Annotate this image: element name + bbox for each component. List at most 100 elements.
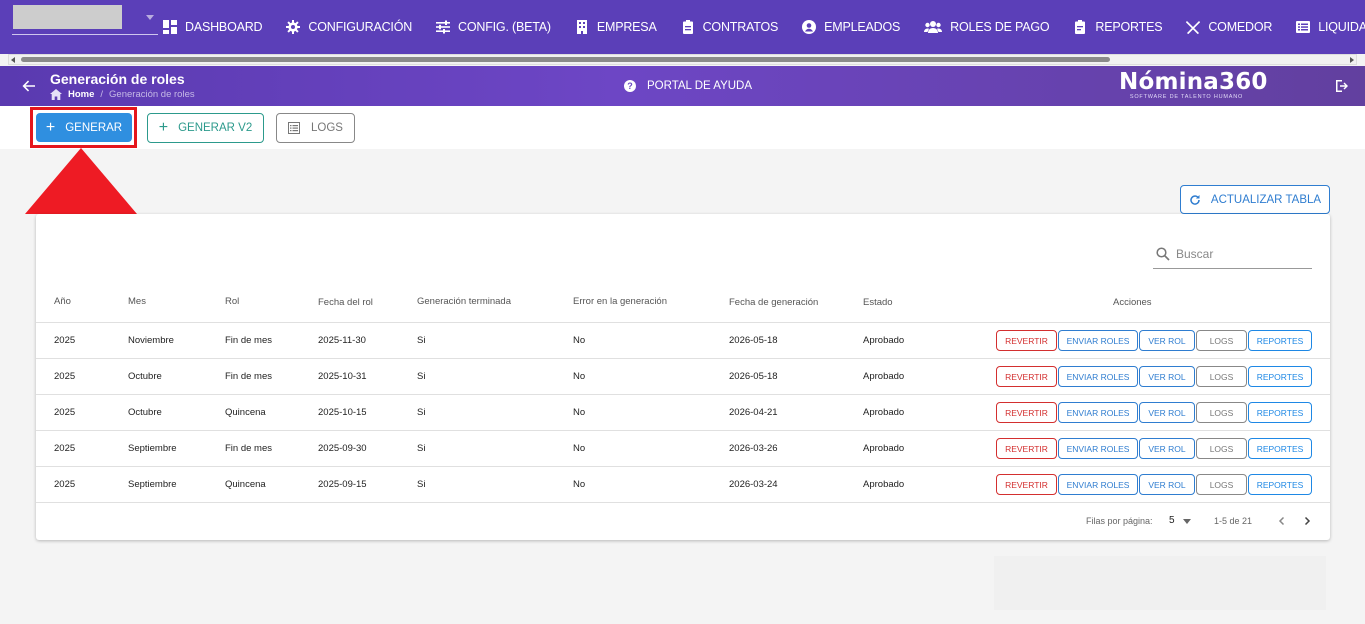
cell-fecha-generacion: 2026-03-24 [729, 479, 778, 490]
nav-item-roles-de-pago[interactable]: ROLES DE PAGO [924, 20, 1050, 34]
cell-fecha-generacion: 2026-03-26 [729, 443, 778, 454]
highlight-box [30, 107, 137, 148]
row-logs-button[interactable]: LOGS [1196, 402, 1247, 423]
page-header: Generación de roles Home / Generación de… [0, 66, 1365, 106]
search-field[interactable] [1153, 240, 1312, 269]
nav-menu: DASHBOARD CONFIGURACIÓN CONFIG. (BETA) E… [163, 0, 1365, 54]
logout-icon[interactable] [1334, 78, 1350, 94]
revertir-button[interactable]: REVERTIR [996, 330, 1057, 351]
cell-fecha-rol: 2025-10-31 [318, 371, 367, 382]
reportes-button[interactable]: REPORTES [1248, 474, 1312, 495]
cell-fecha-generacion: 2026-04-21 [729, 407, 778, 418]
pagination-range: 1-5 de 21 [1214, 516, 1253, 526]
actualizar-tabla-button[interactable]: ACTUALIZAR TABLA [1180, 185, 1330, 214]
column-header-mes[interactable]: Mes [128, 296, 146, 307]
row-logs-button[interactable]: LOGS [1196, 438, 1247, 459]
nav-item-reportes[interactable]: REPORTES [1073, 20, 1163, 34]
list-icon [288, 122, 301, 134]
cell-fecha-rol: 2025-10-15 [318, 407, 367, 418]
cell-anio: 2025 [54, 335, 76, 346]
home-icon [50, 89, 62, 100]
breadcrumb-current: Generación de roles [109, 89, 195, 100]
cell-error-generacion: No [573, 407, 586, 418]
nav-item-empresa[interactable]: EMPRESA [575, 20, 657, 34]
generar-v2-button[interactable]: + GENERAR V2 [147, 113, 264, 143]
breadcrumb-separator: / [100, 89, 104, 100]
rows-per-page-label: Filas por página: [1086, 516, 1153, 526]
ver-rol-button[interactable]: VER ROL [1139, 474, 1195, 495]
revertir-button[interactable]: REVERTIR [996, 474, 1057, 495]
nav-item-config-beta[interactable]: CONFIG. (BETA) [436, 20, 551, 34]
rows-per-page-select[interactable]: 5 [1169, 515, 1175, 526]
column-header-error-generacion[interactable]: Error en la generación [573, 296, 667, 307]
help-icon: ? [624, 80, 636, 92]
enviar-roles-button[interactable]: ENVIAR ROLES [1058, 474, 1138, 495]
gear-icon [286, 20, 301, 34]
reportes-button[interactable]: REPORTES [1248, 366, 1312, 387]
scroll-left-icon[interactable] [11, 57, 15, 63]
nav-item-comedor[interactable]: COMEDOR [1186, 20, 1272, 34]
sliders-icon [436, 20, 451, 34]
help-portal-link[interactable]: ? PORTAL DE AYUDA [624, 80, 752, 92]
breadcrumb: Home / Generación de roles [50, 89, 195, 100]
scroll-right-icon[interactable] [1350, 57, 1354, 63]
generar-v2-label: GENERAR V2 [178, 122, 253, 134]
reportes-button[interactable]: REPORTES [1248, 438, 1312, 459]
cell-rol: Fin de mes [225, 335, 272, 346]
search-input[interactable] [1176, 247, 1306, 261]
nav-item-dashboard[interactable]: DASHBOARD [163, 20, 263, 34]
nav-item-label: COMEDOR [1208, 20, 1273, 34]
back-arrow-icon[interactable] [20, 77, 38, 95]
ver-rol-button[interactable]: VER ROL [1139, 438, 1195, 459]
cell-fecha-rol: 2025-09-30 [318, 443, 367, 454]
enviar-roles-button[interactable]: ENVIAR ROLES [1058, 366, 1138, 387]
column-header-fecha-rol[interactable]: Fecha del rol [318, 297, 373, 308]
scrollbar-thumb[interactable] [21, 57, 1110, 62]
enviar-roles-button[interactable]: ENVIAR ROLES [1058, 402, 1138, 423]
column-header-generacion-terminada[interactable]: Generación terminada [417, 296, 511, 307]
revertir-button[interactable]: REVERTIR [996, 366, 1057, 387]
nav-item-configuracion[interactable]: CONFIGURACIÓN [286, 20, 412, 34]
chevron-right-icon[interactable] [1300, 514, 1314, 528]
row-logs-button[interactable]: LOGS [1196, 330, 1247, 351]
cell-generacion-terminada: Si [417, 371, 426, 382]
cell-anio: 2025 [54, 479, 76, 490]
report-icon [1075, 20, 1086, 34]
ver-rol-button[interactable]: VER ROL [1139, 402, 1195, 423]
nav-item-empleados[interactable]: EMPLEADOS [802, 20, 900, 34]
reportes-button[interactable]: REPORTES [1248, 330, 1312, 351]
ver-rol-button[interactable]: VER ROL [1139, 330, 1195, 351]
nav-item-contratos[interactable]: CONTRATOS [681, 20, 778, 34]
revertir-button[interactable]: REVERTIR [996, 438, 1057, 459]
cell-error-generacion: No [573, 443, 586, 454]
header-divider [36, 322, 1330, 323]
breadcrumb-home[interactable]: Home [50, 89, 94, 100]
cell-fecha-rol: 2025-09-15 [318, 479, 367, 490]
logo-tagline: SOFTWARE DE TALENTO HUMANO [1129, 94, 1244, 100]
revertir-button[interactable]: REVERTIR [996, 402, 1057, 423]
nav-item-liquidaciones[interactable]: LIQUIDACIONES [1296, 20, 1365, 34]
column-header-fecha-generacion[interactable]: Fecha de generación [729, 297, 818, 308]
ver-rol-button[interactable]: VER ROL [1139, 366, 1195, 387]
cell-mes: Octubre [128, 407, 162, 418]
enviar-roles-button[interactable]: ENVIAR ROLES [1058, 330, 1138, 351]
row-logs-button[interactable]: LOGS [1196, 474, 1247, 495]
reportes-button[interactable]: REPORTES [1248, 402, 1312, 423]
nav-scrollbar[interactable] [8, 54, 1357, 65]
enviar-roles-button[interactable]: ENVIAR ROLES [1058, 438, 1138, 459]
cell-anio: 2025 [54, 407, 76, 418]
chevron-down-icon[interactable] [1183, 519, 1191, 524]
help-portal-label: PORTAL DE AYUDA [647, 80, 753, 92]
column-header-anio[interactable]: Año [54, 296, 71, 307]
chevron-left-icon[interactable] [1275, 514, 1289, 528]
column-header-rol[interactable]: Rol [225, 296, 239, 307]
cell-error-generacion: No [573, 335, 586, 346]
cell-mes: Septiembre [128, 479, 177, 490]
background-panel [994, 556, 1326, 610]
company-select[interactable] [12, 5, 158, 35]
cell-mes: Septiembre [128, 443, 177, 454]
logs-button[interactable]: LOGS [276, 113, 355, 143]
column-header-estado[interactable]: Estado [863, 297, 893, 308]
cell-estado: Aprobado [863, 479, 905, 490]
row-logs-button[interactable]: LOGS [1196, 366, 1247, 387]
